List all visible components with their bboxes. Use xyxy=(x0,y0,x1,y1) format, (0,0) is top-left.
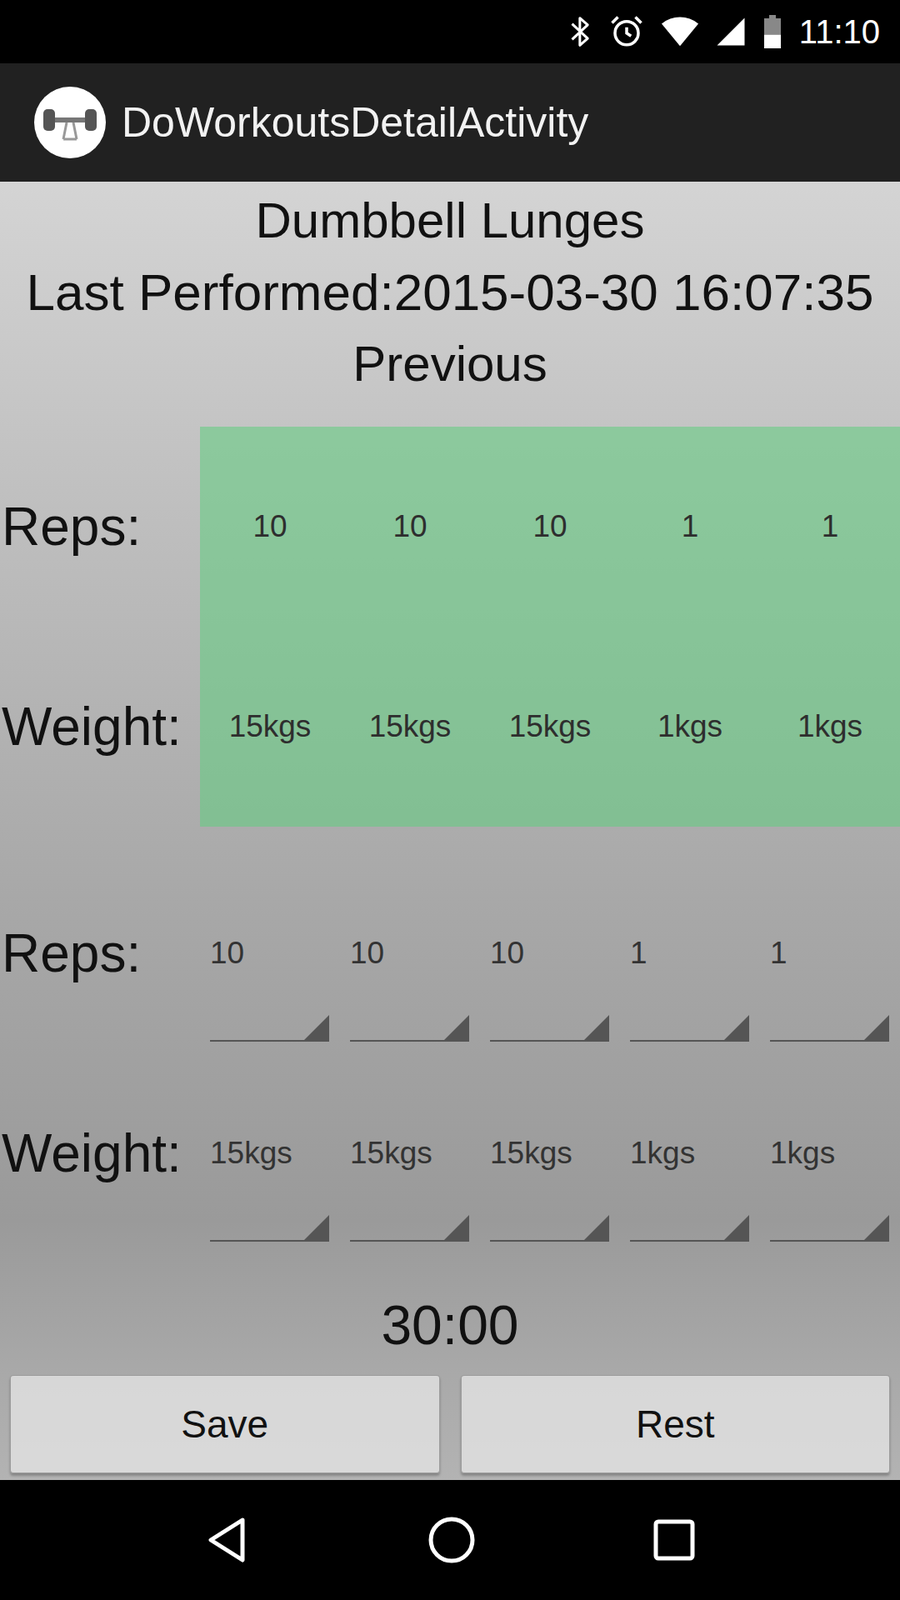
previous-sets: Reps:Weight: 1010101115kgs15kgs15kgs1kgs… xyxy=(0,426,900,827)
app-screen: 11:10 DoWorkoutsDetailActivity Dumbbell … xyxy=(0,0,900,1600)
previous-reps-row: 10101011 xyxy=(200,426,900,627)
rest-timer: 30:00 xyxy=(0,1275,900,1375)
weight-label: Weight: xyxy=(0,1053,200,1254)
reps-input[interactable] xyxy=(630,932,750,975)
previous-weight-value: 1kgs xyxy=(760,626,900,827)
last-performed: Last Performed:2015-03-30 16:07:35 xyxy=(0,256,900,329)
previous-weight-value: 15kgs xyxy=(340,626,480,827)
reps-input[interactable] xyxy=(770,932,890,975)
background-photo: Dumbbell Lunges Last Performed:2015-03-3… xyxy=(0,181,900,1480)
previous-weight-row: 15kgs15kgs15kgs1kgs1kgs xyxy=(200,626,900,827)
status-bar: 11:10 xyxy=(0,0,900,64)
weight-field xyxy=(770,1132,890,1242)
clock: 11:10 xyxy=(799,15,880,49)
exercise-name: Dumbbell Lunges xyxy=(0,185,900,257)
reps-cell xyxy=(200,853,340,1054)
previous-weight-value: 1kgs xyxy=(620,626,760,827)
weight-label: Weight: xyxy=(0,626,200,827)
back-icon[interactable] xyxy=(204,1515,251,1565)
reps-cell xyxy=(480,853,620,1054)
button-bar: SaveRest xyxy=(0,1375,900,1474)
previous-panel: 1010101115kgs15kgs15kgs1kgs1kgs xyxy=(200,426,900,827)
current-sets: Reps:Weight: xyxy=(0,853,900,1254)
previous-reps-value: 10 xyxy=(200,426,340,627)
reps-cell xyxy=(340,853,480,1054)
reps-cell xyxy=(760,853,900,1054)
recents-icon[interactable] xyxy=(652,1518,696,1562)
previous-reps-value: 10 xyxy=(480,426,620,627)
previous-heading: Previous xyxy=(0,328,900,400)
current-panel xyxy=(200,853,900,1254)
weight-input[interactable] xyxy=(630,1132,750,1175)
weight-input[interactable] xyxy=(490,1132,610,1175)
weight-field xyxy=(630,1132,750,1242)
weight-cell xyxy=(620,1053,760,1254)
previous-reps-value: 10 xyxy=(340,426,480,627)
weight-cell xyxy=(480,1053,620,1254)
rest-button[interactable]: Rest xyxy=(460,1375,891,1474)
alarm-icon xyxy=(609,14,645,50)
previous-reps-value: 1 xyxy=(760,426,900,627)
reps-input[interactable] xyxy=(210,932,330,975)
weight-cell xyxy=(340,1053,480,1254)
battery-icon xyxy=(762,15,783,49)
previous-reps-value: 1 xyxy=(620,426,760,627)
reps-field xyxy=(350,932,470,1042)
reps-input[interactable] xyxy=(350,932,470,975)
previous-weight-value: 15kgs xyxy=(200,626,340,827)
signal-icon xyxy=(715,15,746,49)
weight-input[interactable] xyxy=(350,1132,470,1175)
reps-field xyxy=(210,932,330,1042)
reps-label: Reps: xyxy=(0,426,200,627)
battery-fill xyxy=(764,35,781,49)
weight-cell xyxy=(200,1053,340,1254)
dumbbell-logo-icon[interactable] xyxy=(33,85,107,160)
screen-title: DoWorkoutsDetailActivity xyxy=(121,97,589,148)
weight-input[interactable] xyxy=(770,1132,890,1175)
home-icon[interactable] xyxy=(426,1515,477,1565)
current-reps-row xyxy=(200,853,900,1054)
previous-weight-value: 15kgs xyxy=(480,626,620,827)
bluetooth-icon xyxy=(569,15,593,49)
reps-field xyxy=(770,932,890,1042)
reps-field xyxy=(630,932,750,1042)
weight-field xyxy=(490,1132,610,1242)
weight-input[interactable] xyxy=(210,1132,330,1175)
current-labels: Reps:Weight: xyxy=(0,853,200,1254)
action-bar: DoWorkoutsDetailActivity xyxy=(0,63,900,182)
weight-field xyxy=(210,1132,330,1242)
weight-field xyxy=(350,1132,470,1242)
current-weight-row xyxy=(200,1053,900,1254)
reps-field xyxy=(490,932,610,1042)
reps-label: Reps: xyxy=(0,853,200,1054)
navigation-bar xyxy=(0,1480,900,1600)
wifi-icon xyxy=(660,15,700,49)
reps-input[interactable] xyxy=(490,932,610,975)
weight-cell xyxy=(760,1053,900,1254)
previous-labels: Reps:Weight: xyxy=(0,426,200,827)
save-button[interactable]: Save xyxy=(10,1375,440,1474)
reps-cell xyxy=(620,853,760,1054)
